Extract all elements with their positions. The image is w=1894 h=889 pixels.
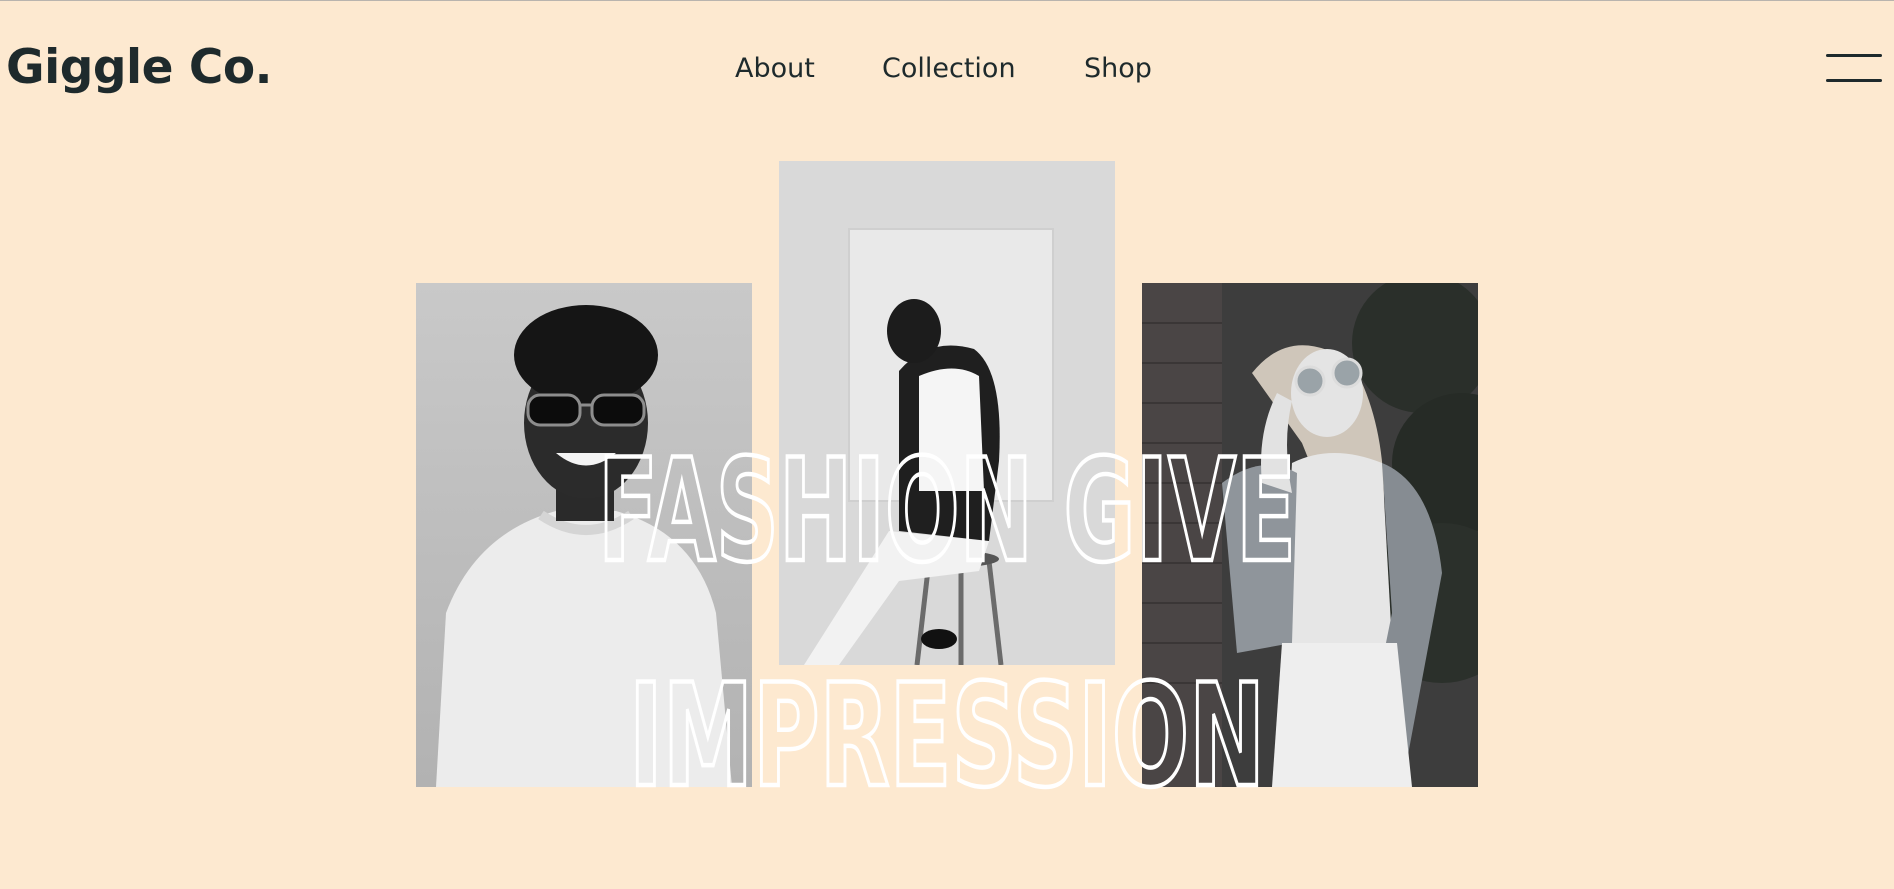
hamburger-menu-icon[interactable]	[1826, 50, 1882, 84]
hero-photo-left	[416, 283, 752, 787]
brand-logo[interactable]: Giggle Co.	[6, 44, 272, 91]
nav-link-shop[interactable]: Shop	[1084, 52, 1152, 86]
hero-photo-middle	[779, 161, 1115, 665]
hero-photo-right	[1142, 283, 1478, 787]
nav-link-collection[interactable]: Collection	[882, 52, 1016, 86]
top-border	[0, 0, 1894, 1]
nav-link-about[interactable]: About	[735, 52, 815, 86]
